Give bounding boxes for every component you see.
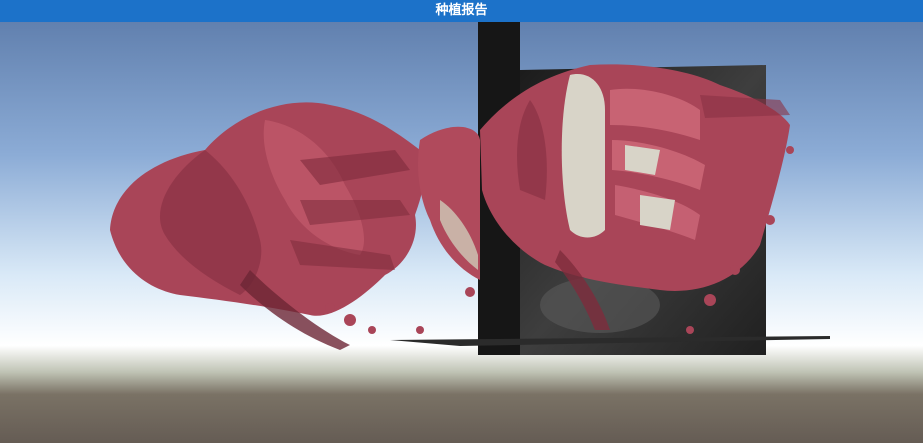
implant-2[interactable]: [640, 195, 675, 230]
app-window: 种植报告: [0, 0, 923, 443]
3d-scene[interactable]: [0, 0, 923, 443]
3d-viewport[interactable]: [0, 0, 923, 443]
implant-guide[interactable]: [561, 74, 605, 238]
implant-1[interactable]: [625, 145, 660, 175]
page-title: 种植报告: [0, 0, 923, 22]
